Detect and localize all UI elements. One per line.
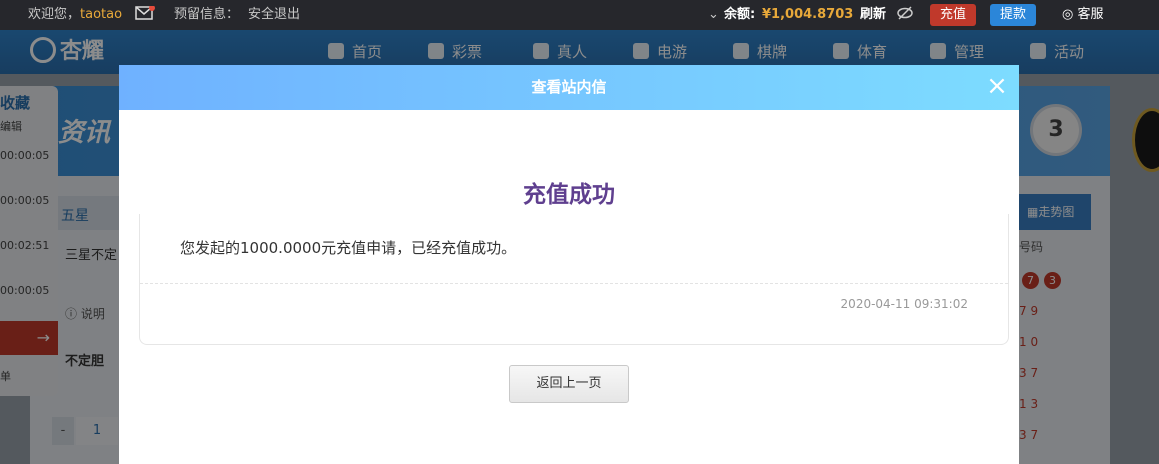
- chevron-down-icon[interactable]: ⌄: [708, 0, 719, 30]
- divider: [140, 283, 1008, 284]
- back-button[interactable]: 返回上一页: [509, 365, 629, 403]
- eye-hidden-icon[interactable]: [896, 0, 914, 30]
- notice-label: 预留信息：: [174, 7, 240, 22]
- balance-label: 余额:: [724, 7, 756, 22]
- welcome-text: 欢迎您，taotao: [28, 7, 123, 22]
- top-bar: 欢迎您，taotao 预留信息： 安全退出 ⌄ 余额: ¥1,004.8703 …: [0, 0, 1159, 30]
- message-card: 您发起的1000.0000元充值申请，已经充值成功。 2020-04-11 09…: [139, 214, 1009, 345]
- chat-icon: ◎: [1062, 7, 1078, 22]
- message-modal: 查看站内信 × 充值成功 您发起的1000.0000元充值申请，已经充值成功。 …: [119, 65, 1019, 464]
- mail-icon[interactable]: [135, 0, 155, 30]
- modal-title: 查看站内信: [531, 78, 607, 96]
- username[interactable]: taotao: [80, 7, 122, 22]
- message-body: 您发起的1000.0000元充值申请，已经充值成功。: [180, 239, 517, 257]
- refresh-link[interactable]: 刷新: [860, 0, 886, 30]
- modal-header: 查看站内信: [119, 65, 1019, 110]
- balance-value: ¥1,004.8703: [762, 7, 854, 22]
- logout-link[interactable]: 安全退出: [248, 0, 300, 30]
- message-time: 2020-04-11 09:31:02: [840, 297, 968, 311]
- withdraw-button[interactable]: 提款: [990, 4, 1037, 26]
- service-link[interactable]: ◎ 客服: [1062, 0, 1104, 30]
- close-icon[interactable]: ×: [985, 73, 1009, 99]
- recharge-button[interactable]: 充值: [930, 4, 977, 26]
- message-heading: 充值成功: [523, 182, 615, 208]
